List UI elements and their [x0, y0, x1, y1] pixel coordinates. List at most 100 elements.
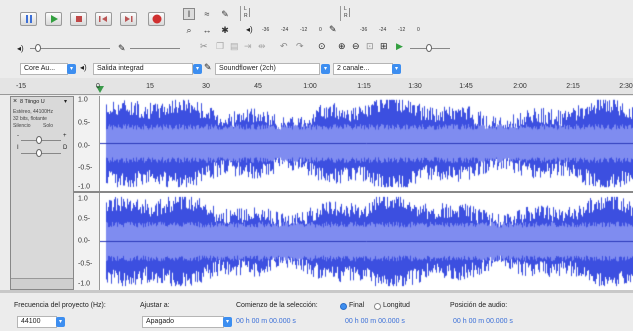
recording-channels-select[interactable]: 2 canale... [333, 63, 393, 75]
fit-project-icon[interactable]: ⊞ [380, 41, 388, 52]
audio-host-dropdown-arrow[interactable]: ▾ [67, 64, 76, 74]
copy-icon[interactable]: ❐ [216, 41, 224, 52]
snap-to-dropdown-arrow[interactable]: ▾ [223, 317, 232, 327]
solo-button[interactable]: Solo [43, 123, 53, 129]
audio-host-select[interactable]: Core Au... [20, 63, 68, 75]
playback-device-value: Salida integrad [97, 65, 144, 72]
selection-toolbar: Frecuencia del proyecto (Hz): 44100 ▾ Aj… [0, 296, 633, 331]
envelope-icon: ≈ [204, 9, 210, 19]
play-meter-label-l: L [344, 6, 347, 12]
snap-to-value: Apagado [146, 318, 175, 325]
play-speed-thumb[interactable] [426, 44, 432, 52]
skip-end-icon [125, 16, 133, 22]
gain-plus-label: + [63, 133, 67, 139]
track-info-format: Estéreo, 44100Hz [13, 109, 54, 115]
sync-lock-icon[interactable]: ⊙ [318, 41, 326, 52]
audio-host-value: Core Au... [24, 65, 56, 72]
record-meter-scale-4: 0 [319, 27, 322, 33]
paste-icon[interactable]: ▤ [230, 41, 239, 52]
skip-end-button[interactable] [120, 12, 137, 26]
play-meter-label-r: R [344, 13, 348, 19]
pan-slider-thumb[interactable] [36, 149, 42, 157]
audio-position-label: Posición de audio: [450, 302, 508, 309]
selection-start-time[interactable]: 00 h 00 m 00.000 s [236, 317, 296, 327]
recording-device-icon: ✎ [204, 62, 212, 72]
length-radio-label: Longitud [383, 302, 410, 309]
pause-button[interactable] [20, 12, 37, 26]
envelope-tool-button[interactable]: ≈ [201, 8, 213, 20]
trim-icon[interactable]: ⇥ [244, 41, 252, 52]
ruler-label: 1:30 [408, 83, 422, 90]
timeshift-tool-button[interactable]: ↔ [201, 24, 213, 36]
project-rate-dropdown-arrow[interactable]: ▾ [56, 317, 65, 327]
play-meter-scale-2: -24 [379, 27, 387, 33]
redo-icon[interactable]: ↷ [296, 41, 304, 52]
selection-tool-button[interactable]: I [183, 8, 195, 20]
zoom-out-icon[interactable]: ⊖ [352, 41, 360, 52]
skip-start-icon [99, 16, 107, 22]
recording-volume-slider[interactable] [130, 48, 180, 49]
audio-position-time[interactable]: 00 h 00 m 00.000 s [453, 317, 513, 327]
recording-device-select[interactable]: Soundflower (2ch) [215, 63, 320, 75]
pan-slider[interactable] [21, 149, 61, 157]
selection-end-time[interactable]: 00 h 00 m 00.000 s [345, 317, 405, 327]
track-control-panel[interactable]: × 8 Tiingo U ▾ Estéreo, 44100Hz 32 bits,… [10, 96, 74, 290]
track-close-icon[interactable]: × [13, 98, 17, 105]
ruler-label: 15 [146, 83, 154, 90]
gain-slider[interactable] [21, 136, 61, 144]
record-meter-label-l: L [244, 6, 247, 12]
pan-left-label: I [17, 145, 19, 151]
waveform-bottom-channel[interactable] [100, 193, 633, 290]
play-meter-scale-3: -12 [398, 27, 406, 33]
speaker-volume-icon: ◂) [17, 44, 24, 53]
project-rate-select[interactable]: 44100 [17, 316, 57, 328]
track-name[interactable]: 8 Tiingo U [20, 99, 45, 105]
pan-right-label: D [63, 145, 68, 151]
end-radio-label: Final [349, 302, 365, 309]
playback-device-dropdown-arrow[interactable]: ▾ [193, 64, 202, 74]
silence-icon[interactable]: ⇹ [258, 41, 266, 52]
length-radio[interactable] [374, 303, 381, 310]
track-collapse-button[interactable] [11, 278, 73, 289]
playback-device-icon: ◂) [80, 63, 87, 72]
ibeam-icon: I [187, 9, 191, 19]
empty-track-area[interactable] [0, 290, 633, 293]
recording-device-dropdown-arrow[interactable]: ▾ [321, 64, 330, 74]
play-speed-slider[interactable] [410, 44, 450, 52]
stop-button[interactable] [70, 12, 87, 26]
record-meter-scale-3: -12 [300, 27, 308, 33]
cut-icon[interactable]: ✂ [200, 41, 208, 52]
draw-tool-button[interactable]: ✎ [219, 8, 231, 20]
zoom-in-icon[interactable]: ⊕ [338, 41, 346, 52]
snap-to-select[interactable]: Apagado [142, 316, 224, 328]
play-at-speed-icon[interactable]: ▶ [396, 41, 403, 52]
zoom-tool-button[interactable]: ⌕ [183, 24, 195, 36]
track-info-bits: 32 bits, flotante [13, 116, 47, 122]
gain-slider-thumb[interactable] [36, 136, 42, 144]
ruler-label: 1:00 [303, 83, 317, 90]
recording-channels-value: 2 canale... [337, 65, 370, 72]
fit-selection-icon[interactable]: ⊡ [366, 41, 374, 52]
waveform-top-channel[interactable] [100, 96, 633, 191]
multi-tool-button[interactable]: ✱ [219, 24, 231, 36]
ruler-label: 2:00 [513, 83, 527, 90]
record-meter-icon[interactable]: ◂) [246, 25, 253, 34]
play-meter[interactable]: L R [340, 6, 421, 21]
record-meter[interactable]: L R [240, 6, 321, 21]
stop-icon [75, 16, 82, 22]
gain-minus-label: - [17, 133, 19, 139]
track-menu-arrow-icon[interactable]: ▾ [64, 98, 67, 105]
playback-volume-slider[interactable] [30, 44, 110, 52]
record-button[interactable] [148, 12, 165, 26]
playback-device-select[interactable]: Salida integrad [93, 63, 193, 75]
playback-volume-thumb[interactable] [35, 44, 41, 52]
undo-icon[interactable]: ↶ [280, 41, 288, 52]
recording-channels-dropdown-arrow[interactable]: ▾ [392, 64, 401, 74]
selection-start-label: Comienzo de la selección: [236, 302, 318, 309]
mute-button[interactable]: Silencio [13, 123, 31, 129]
mic-meter-icon[interactable]: ✎ [329, 24, 337, 35]
skip-start-button[interactable] [95, 12, 112, 26]
play-button[interactable] [45, 12, 62, 26]
end-radio[interactable] [340, 303, 347, 310]
transport-toolbar [0, 0, 180, 36]
